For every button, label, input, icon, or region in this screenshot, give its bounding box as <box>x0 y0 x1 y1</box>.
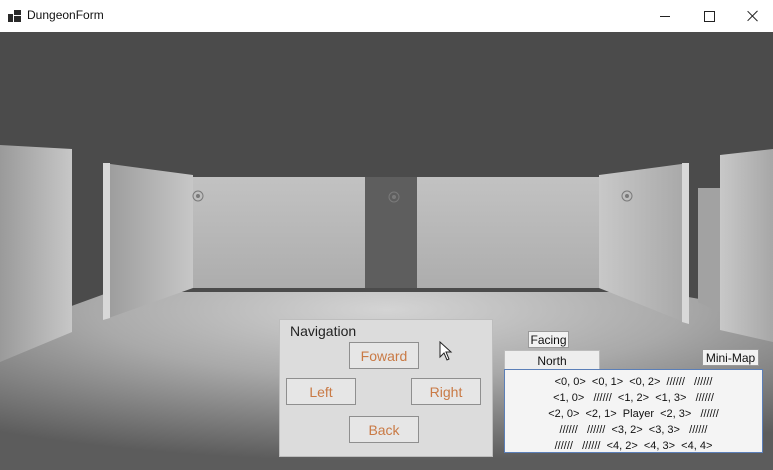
mouse-cursor-icon <box>439 341 453 361</box>
left-button[interactable]: Left <box>286 378 356 405</box>
maximize-icon <box>703 10 715 22</box>
forward-button[interactable]: Foward <box>349 342 419 369</box>
facing-label: Facing <box>528 331 569 348</box>
right-side-wall-edge <box>682 163 689 324</box>
minimap-row: <2, 0> <2, 1> Player <2, 3> ////// <box>548 408 719 420</box>
close-button[interactable] <box>730 0 773 32</box>
navigation-title: Navigation <box>290 323 357 339</box>
window-title: DungeonForm <box>27 8 104 22</box>
app-window-icon <box>8 10 21 22</box>
left-side-wall-edge <box>103 163 110 320</box>
front-wall-right <box>417 177 599 288</box>
title-bar: DungeonForm <box>0 0 773 33</box>
minimap-label: Mini-Map <box>702 349 759 366</box>
minimap-row: <1, 0> ////// <1, 2> <1, 3> ////// <box>553 392 714 404</box>
minimap-row: <0, 0> <0, 1> <0, 2> ////// ////// <box>554 376 713 388</box>
right-near-wall <box>720 149 773 342</box>
minimap-textbox[interactable]: <0, 0> <0, 1> <0, 2> ////// ////// <1, 0… <box>504 369 763 453</box>
right-far-pillar <box>698 188 720 312</box>
front-wall-left <box>193 177 365 288</box>
minimap-row: ////// ////// <4, 2> <4, 3> <4, 4> <box>554 440 713 452</box>
maximize-button[interactable] <box>686 0 732 32</box>
minimize-icon <box>660 15 670 17</box>
minimap-row: ////// ////// <3, 2> <3, 3> ////// <box>559 424 708 436</box>
right-button[interactable]: Right <box>411 378 481 405</box>
facing-value: North <box>504 350 600 371</box>
corridor-recess <box>365 177 417 288</box>
left-near-wall <box>0 145 72 362</box>
navigation-group: Navigation Foward Left Right Back <box>279 319 493 457</box>
minimize-button[interactable] <box>642 0 688 32</box>
back-button[interactable]: Back <box>349 416 419 443</box>
close-icon <box>747 10 759 22</box>
